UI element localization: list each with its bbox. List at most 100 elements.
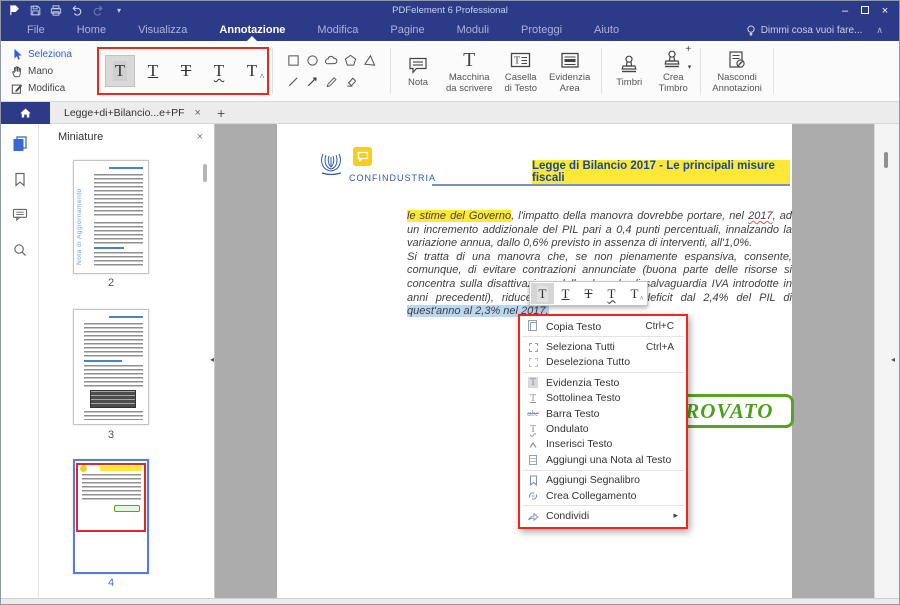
create-stamp-button[interactable]: + ▾ Crea Timbro xyxy=(651,44,695,96)
comments-panel-icon[interactable] xyxy=(12,208,28,222)
toolbar-divider xyxy=(772,48,774,94)
minimize-button[interactable]: – xyxy=(837,4,853,18)
ellipse-shape-tool[interactable] xyxy=(306,54,319,67)
squiggly-annotated-year[interactable]: 2017 xyxy=(748,210,772,222)
menu-proteggi[interactable]: Proteggi xyxy=(505,20,578,41)
strikethrough-text-tool[interactable]: T xyxy=(171,55,201,87)
window-title: PDFelement 6 Professional xyxy=(392,5,508,16)
insert-text-icon xyxy=(520,440,546,449)
menu-item-barra-testo[interactable]: abc Barra Testo xyxy=(520,406,686,421)
mini-highlight-tool[interactable]: T xyxy=(531,283,554,304)
typewriter-button[interactable]: T Macchina da scrivere xyxy=(440,46,498,96)
underline-text-tool[interactable]: T xyxy=(138,55,168,87)
app-window: ▾ PDFelement 6 Professional – × File Hom… xyxy=(0,0,900,605)
sidebar-collapse-arrow[interactable]: ◂ xyxy=(210,356,214,364)
hide-annotations-button[interactable]: Nascondi Annotazioni xyxy=(706,46,768,96)
insert-text-tool[interactable]: T xyxy=(237,55,267,87)
menu-aiuto[interactable]: Aiuto xyxy=(578,20,635,41)
menu-item-deseleziona-tutto[interactable]: Deseleziona Tutto xyxy=(520,355,686,370)
panel-close-icon[interactable]: × xyxy=(197,131,203,143)
edit-tool-button[interactable]: Modifica xyxy=(11,80,95,96)
cloud-shape-tool[interactable] xyxy=(324,54,339,67)
pencil-tool[interactable] xyxy=(325,75,338,88)
menu-moduli[interactable]: Moduli xyxy=(441,20,505,41)
tab-label: Legge+di+Bilancio...e+PF xyxy=(64,106,185,119)
page-thumbnail-3[interactable] xyxy=(73,309,149,425)
polygon-shape-tool[interactable] xyxy=(344,54,357,67)
menu-item-aggiungi-segnalibro[interactable]: Aggiungi Segnalibro xyxy=(520,473,686,488)
title-bar: ▾ PDFelement 6 Professional – × xyxy=(1,1,899,20)
page-thumbnail-2[interactable]: Nota di Aggiornamento xyxy=(73,160,149,274)
right-panel-collapse-arrow[interactable]: ◂ xyxy=(891,356,895,364)
document-scrollbar[interactable] xyxy=(884,152,888,168)
menu-home[interactable]: Home xyxy=(61,20,122,41)
tell-me-search[interactable]: Dimmi cosa vuoi fare... xyxy=(746,25,863,37)
mini-underline-tool[interactable]: T xyxy=(554,283,577,304)
quickbar-caret-icon[interactable]: ▾ xyxy=(112,4,126,18)
underline-text-icon: T xyxy=(529,392,537,404)
save-icon[interactable] xyxy=(28,4,42,18)
note-button[interactable]: Nota xyxy=(396,51,440,91)
bookmarks-panel-icon[interactable] xyxy=(13,172,27,187)
menu-pagine[interactable]: Pagine xyxy=(374,20,440,41)
thumbnails-panel-icon[interactable] xyxy=(12,135,28,151)
toolbar-divider xyxy=(700,48,702,94)
tell-me-label: Dimmi cosa vuoi fare... xyxy=(760,25,863,36)
bookmark-icon xyxy=(520,475,546,486)
note-page-icon xyxy=(520,454,546,465)
rectangle-shape-tool[interactable] xyxy=(287,54,300,67)
menu-item-condividi[interactable]: Condividi ▸ xyxy=(520,508,686,523)
stamp-icon xyxy=(619,53,639,75)
undo-icon[interactable] xyxy=(70,4,84,18)
document-tab[interactable]: Legge+di+Bilancio...e+PF × xyxy=(50,102,211,124)
context-menu: Copia Testo Ctrl+C Seleziona Tutti Ctrl+… xyxy=(518,314,688,529)
highlight-text-tool[interactable]: T xyxy=(105,55,135,87)
header-rule xyxy=(432,184,790,186)
eraser-tool[interactable] xyxy=(344,75,357,88)
triangle-shape-tool[interactable] xyxy=(363,54,376,67)
arrow-tool[interactable] xyxy=(306,75,319,88)
highlighted-phrase[interactable]: le stime del Governo xyxy=(407,210,512,222)
hand-tool-button[interactable]: Mano xyxy=(11,63,95,79)
tab-bar: Legge+di+Bilancio...e+PF × + xyxy=(1,101,899,124)
close-button[interactable]: × xyxy=(877,4,893,18)
line-tool[interactable] xyxy=(287,75,300,88)
pdf-page: CONFINDUSTRIA Legge di Bilancio 2017 - L… xyxy=(277,124,794,598)
collapse-ribbon-icon[interactable]: ∧ xyxy=(870,25,889,36)
select-tool-button[interactable]: Seleziona xyxy=(11,46,95,62)
shape-tools-group xyxy=(278,50,385,92)
redo-icon[interactable] xyxy=(91,4,105,18)
home-tab-button[interactable] xyxy=(1,101,50,124)
mini-squiggly-tool[interactable]: T xyxy=(600,283,623,304)
menu-item-evidenzia-testo[interactable]: T Evidenzia Testo xyxy=(520,375,686,390)
menu-item-inserisci-testo[interactable]: Inserisci Testo xyxy=(520,437,686,452)
menu-file[interactable]: File xyxy=(11,20,61,41)
create-stamp-icon: + ▾ xyxy=(663,44,691,71)
squiggly-text-icon: T xyxy=(529,423,537,435)
menu-item-crea-collegamento[interactable]: Crea Collegamento xyxy=(520,488,686,503)
menu-modifica[interactable]: Modifica xyxy=(301,20,374,41)
menu-item-copia-testo[interactable]: Copia Testo Ctrl+C xyxy=(520,319,686,334)
cursor-icon xyxy=(14,48,22,60)
maximize-button[interactable] xyxy=(857,4,873,18)
area-highlight-button[interactable]: Evidenzia Area xyxy=(543,46,596,96)
menu-item-aggiungi-nota[interactable]: Aggiungi una Nota al Testo xyxy=(520,452,686,467)
copy-icon xyxy=(520,320,546,332)
mini-insert-text-tool[interactable]: T xyxy=(623,283,646,304)
menu-visualizza[interactable]: Visualizza xyxy=(122,20,203,41)
text-box-button[interactable]: T Casella di Testo xyxy=(498,46,543,96)
stamps-button[interactable]: Timbri xyxy=(607,51,651,91)
mini-strikethrough-tool[interactable]: T xyxy=(577,283,600,304)
app-logo-icon xyxy=(7,4,21,18)
new-tab-button[interactable]: + xyxy=(211,105,231,121)
print-icon[interactable] xyxy=(49,4,63,18)
search-panel-icon[interactable] xyxy=(13,243,27,257)
menu-item-ondulato[interactable]: T Ondulato xyxy=(520,421,686,436)
page-thumbnail-4-selected[interactable] xyxy=(73,459,149,574)
menu-item-seleziona-tutti[interactable]: Seleziona Tutti Ctrl+A xyxy=(520,339,686,354)
squiggly-text-tool[interactable]: T xyxy=(204,55,234,87)
thumbnails-scrollbar[interactable] xyxy=(203,164,207,182)
tab-close-icon[interactable]: × xyxy=(195,107,201,119)
menu-item-sottolinea-testo[interactable]: T Sottolinea Testo xyxy=(520,391,686,406)
menu-annotazione[interactable]: Annotazione xyxy=(203,20,301,41)
